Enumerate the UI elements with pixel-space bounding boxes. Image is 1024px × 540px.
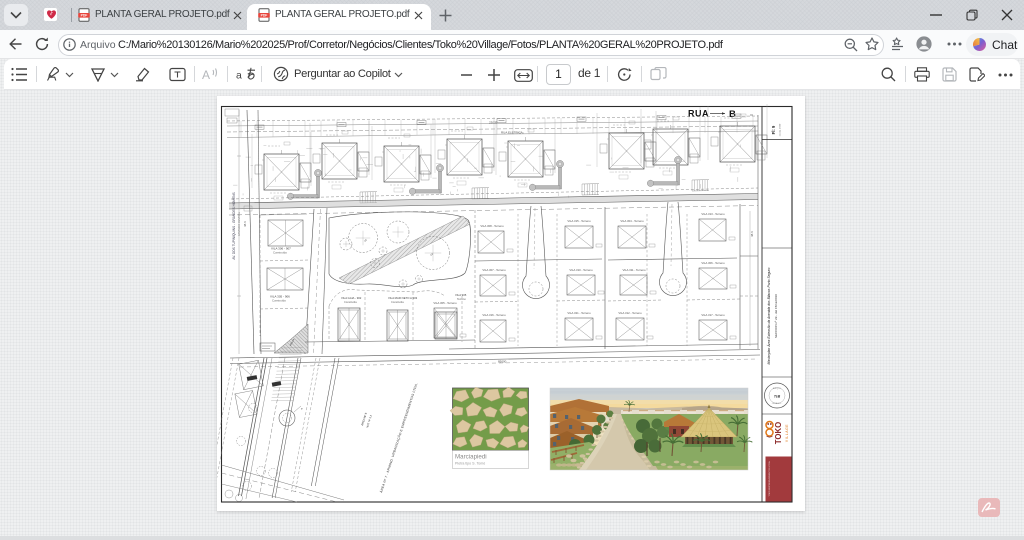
svg-text:ÁREA Nº 7 - ARMIND. URBANIZAÇÃ: ÁREA Nº 7 - ARMIND. URBANIZAÇÃO E EMPREE… [378, 382, 418, 493]
svg-text:Marciapiedi: Marciapiedi [455, 454, 487, 461]
svg-text:T: T [301, 407, 303, 411]
svg-text:Terreno: Terreno [457, 297, 466, 301]
svg-text:VILA 307 - Terreno: VILA 307 - Terreno [482, 268, 506, 272]
svg-text:VILA 305 - Terreno: VILA 305 - Terreno [433, 301, 457, 305]
svg-text:VILA 315 - Terreno: VILA 315 - Terreno [567, 219, 591, 223]
svg-text:VILA 306 - Terreno: VILA 306 - Terreno [701, 261, 725, 265]
svg-text:48.6: 48.6 [750, 231, 754, 237]
svg-text:AV. DOS TUPINIQUINS - GRANDES: AV. DOS TUPINIQUINS - GRANDES HOMENS [232, 192, 236, 259]
svg-text:05: 05 [364, 238, 369, 242]
svg-text:VILA 312 - Terreno: VILA 312 - Terreno [618, 311, 642, 315]
svg-text:Construída: Construída [272, 299, 286, 303]
svg-text:48.6: 48.6 [243, 221, 247, 227]
svg-text:Construída: Construída [344, 300, 357, 304]
svg-text:VILA 310 - Terreno: VILA 310 - Terreno [569, 268, 593, 272]
svg-text:Construída: Construída [391, 300, 404, 304]
svg-text:SECCION nº 29 - del 15/12/2010: SECCION nº 29 - del 15/12/2010 [774, 294, 778, 338]
svg-text:VILA 304 - Terreno: VILA 304 - Terreno [620, 219, 644, 223]
svg-text:Construída: Construída [273, 251, 287, 255]
svg-text:RUA: RUA [688, 109, 709, 119]
svg-text:escala 1:500: escala 1:500 [780, 123, 782, 136]
svg-text:A: A [202, 68, 210, 82]
svg-text:TOKO: TOKO [774, 422, 783, 444]
svg-text:VILA 313 - Terreno: VILA 313 - Terreno [701, 212, 725, 216]
svg-text:TOKO EMPREENDIMENTOS LTDA: TOKO EMPREENDIMENTOS LTDA [768, 461, 771, 497]
svg-text:CANTEIRO CENTRAL: CANTEIRO CENTRAL [238, 211, 241, 236]
svg-text:TsB: TsB [774, 395, 781, 399]
svg-text:a: a [236, 70, 242, 82]
svg-text:Fl: 9: Fl: 9 [771, 125, 776, 134]
svg-text:· A R Q U I ·: · A R Q U I · [772, 387, 782, 390]
svg-text:VILA 311 - Terreno: VILA 311 - Terreno [622, 268, 646, 272]
svg-text:Pietra tipo S. Tomé: Pietra tipo S. Tomé [455, 462, 485, 466]
svg-text:VILA 316 - Terreno: VILA 316 - Terreno [482, 313, 506, 317]
svg-text:85000: 85000 [498, 360, 507, 364]
svg-text:VILA 905: VILA 905 [455, 293, 467, 297]
svg-text:VILLAGE: VILLAGE [785, 424, 789, 442]
svg-text:PDF: PDF [261, 14, 268, 18]
svg-text:· B R A S I L ·: · B R A S I L · [772, 402, 783, 405]
svg-text:VILA GAIA - 902: VILA GAIA - 902 [341, 296, 362, 300]
svg-text:VILA 308 - Terreno: VILA 308 - Terreno [480, 224, 504, 228]
svg-text:RUA ELETRICA: RUA ELETRICA [501, 131, 523, 135]
svg-text:VILA 321 - Terreno: VILA 321 - Terreno [567, 311, 591, 315]
svg-text:23005: 23005 [489, 121, 498, 125]
svg-text:Masterplan Área Extensão da Av: Masterplan Área Extensão da Avenida dos … [767, 267, 771, 364]
svg-text:PDF: PDF [81, 14, 88, 18]
svg-text:VILA 317 - Terreno: VILA 317 - Terreno [701, 313, 725, 317]
